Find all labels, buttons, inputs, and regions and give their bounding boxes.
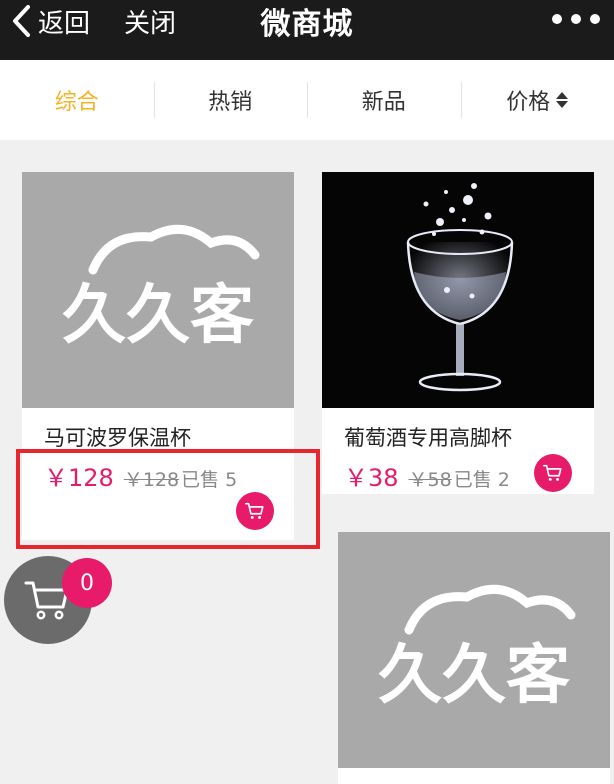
tab-hot-sales[interactable]: 热销: [153, 80, 308, 120]
tab-label: 价格: [506, 90, 551, 115]
sold-count: 已售 5: [181, 469, 238, 491]
cart-count-badge: 0: [62, 558, 112, 608]
original-price: ￥128: [123, 469, 180, 491]
product-card[interactable]: 久久客: [338, 532, 610, 784]
logo-text: 久久客: [62, 279, 254, 353]
sort-arrows-icon: [556, 92, 569, 108]
product-image-placeholder[interactable]: 久久客: [338, 532, 610, 768]
tab-comprehensive[interactable]: 综合: [0, 80, 154, 120]
cart-icon: [245, 502, 264, 519]
product-card[interactable]: 久久客 马可波罗保温杯 ￥128 ￥128 已售 5: [22, 172, 294, 540]
add-to-cart-button[interactable]: [534, 454, 572, 492]
product-image-placeholder[interactable]: 久久客: [22, 172, 294, 408]
product-card[interactable]: 葡萄酒专用高脚杯 ￥38 ￥58 已售 2: [322, 172, 594, 494]
sold-count: 已售 2: [453, 469, 510, 491]
product-price: ￥38: [344, 464, 399, 492]
product-price: ￥128: [44, 464, 114, 492]
price-row: ￥128 ￥128 已售 5: [44, 458, 238, 492]
original-price: ￥58: [408, 469, 452, 491]
wine-glass-image: [406, 183, 514, 392]
add-to-cart-button[interactable]: [236, 492, 274, 530]
cart-icon: [543, 464, 562, 481]
title-bar: 返回 关闭 微商城: [0, 0, 614, 60]
logo-text: 久久客: [378, 639, 570, 713]
product-image-wine-glass[interactable]: [322, 172, 594, 408]
brand-logo: 久久客: [62, 224, 260, 353]
page-title: 微商城: [260, 7, 354, 42]
tab-new-arrivals[interactable]: 新品: [307, 80, 461, 120]
tab-label: 新品: [361, 90, 406, 115]
brand-logo: 久久客: [378, 584, 576, 713]
sort-tabs: 综合 热销 新品 价格: [0, 60, 614, 140]
more-dots-icon[interactable]: [552, 8, 600, 30]
price-row: ￥38 ￥58 已售 2: [344, 458, 510, 492]
product-name[interactable]: 葡萄酒专用高脚杯: [344, 422, 512, 452]
tab-label: 综合: [54, 90, 99, 115]
tab-price[interactable]: 价格: [460, 80, 614, 120]
product-name[interactable]: 马可波罗保温杯: [44, 422, 191, 452]
tab-label: 热销: [208, 90, 253, 115]
